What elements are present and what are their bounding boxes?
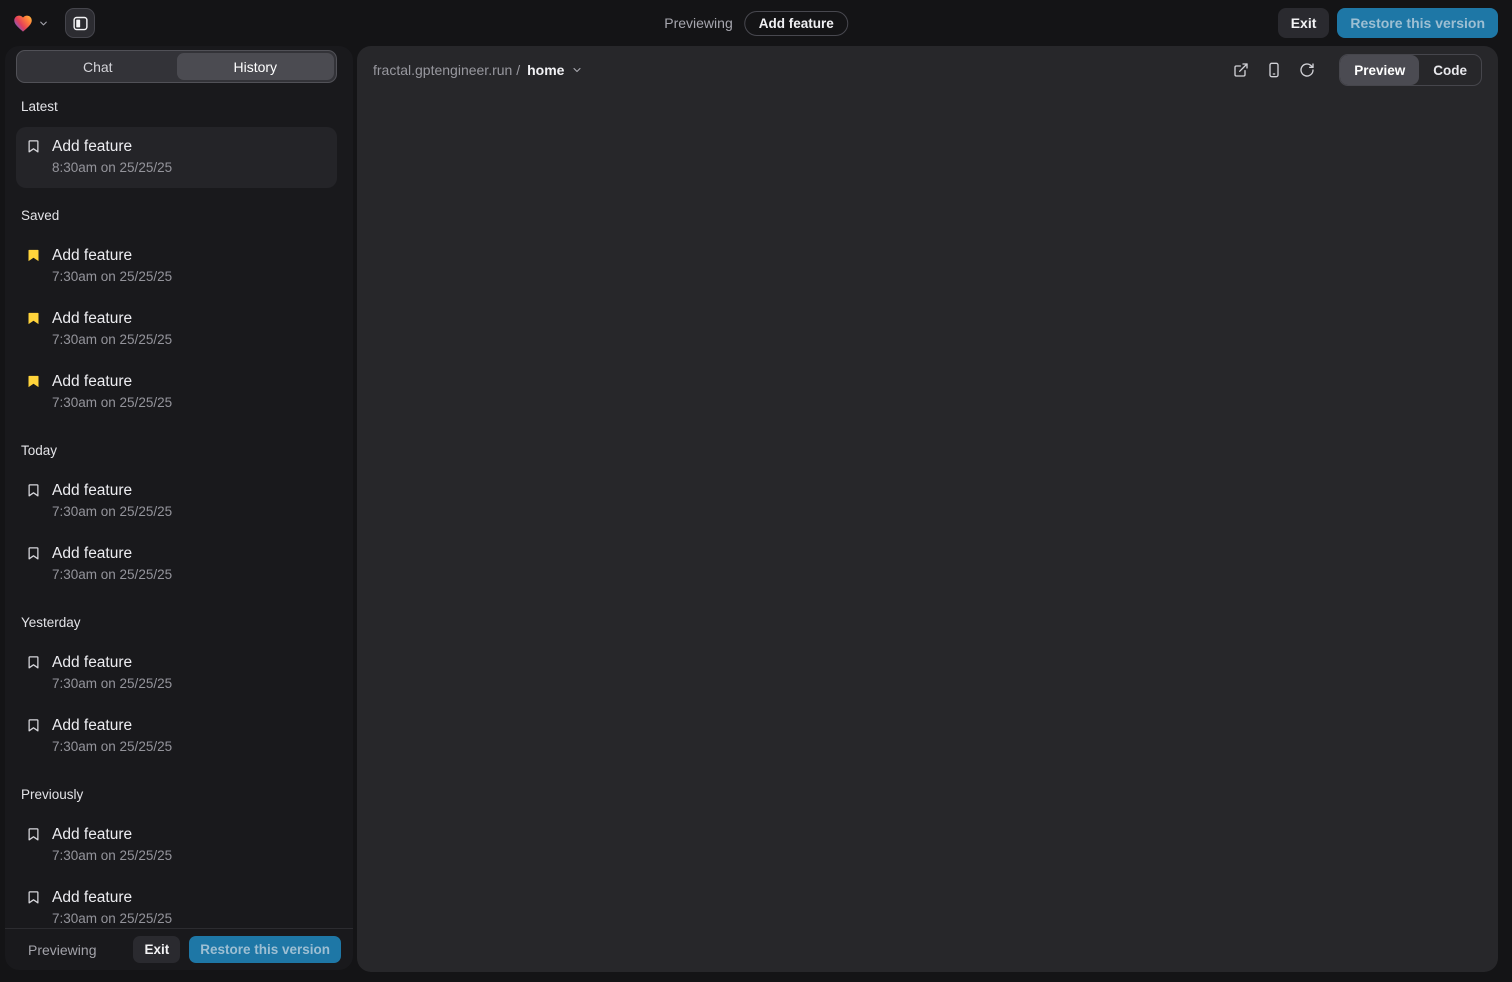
preview-url-selector[interactable]: fractal.gptengineer.run / home (373, 62, 583, 78)
exit-button[interactable]: Exit (1278, 8, 1330, 38)
sidebar-tab-chat[interactable]: Chat (19, 53, 177, 80)
history-item[interactable]: Add feature 7:30am on 25/25/25 (16, 534, 337, 595)
view-tab-code[interactable]: Code (1419, 55, 1481, 85)
footer-previewing-label: Previewing (28, 942, 96, 958)
top-bar: Previewing Add feature Exit Restore this… (0, 0, 1512, 46)
sidebar-tab-history[interactable]: History (177, 53, 335, 80)
preview-code-toggle: PreviewCode (1339, 54, 1482, 86)
topbar-right-group: Exit Restore this version (1278, 8, 1498, 38)
mobile-preview-icon[interactable] (1266, 62, 1282, 78)
history-item-title: Add feature (52, 371, 172, 393)
bookmark-outline-icon (26, 546, 41, 561)
history-item-timestamp: 8:30am on 25/25/25 (52, 158, 172, 178)
view-tab-preview[interactable]: Preview (1340, 55, 1419, 85)
history-section-items: Add feature 7:30am on 25/25/25 Add featu… (16, 236, 337, 423)
app-window: Previewing Add feature Exit Restore this… (0, 0, 1512, 982)
history-section: Latest Add feature 8:30am on 25/25/25 (16, 97, 337, 188)
history-item[interactable]: Add feature 7:30am on 25/25/25 (16, 236, 337, 297)
history-item-timestamp: 7:30am on 25/25/25 (52, 909, 172, 928)
workspace-menu-button[interactable] (12, 13, 49, 34)
preview-panel: fractal.gptengineer.run / home (357, 46, 1498, 972)
history-item-title: Add feature (52, 245, 172, 267)
preview-viewport[interactable] (357, 94, 1498, 972)
open-in-new-icon[interactable] (1233, 62, 1249, 78)
history-item[interactable]: Add feature 8:30am on 25/25/25 (16, 127, 337, 188)
topbar-center-group: Previewing Add feature (664, 0, 848, 46)
history-item[interactable]: Add feature 7:30am on 25/25/25 (16, 299, 337, 360)
history-item-title: Add feature (52, 543, 172, 565)
history-item[interactable]: Add feature 7:30am on 25/25/25 (16, 706, 337, 767)
version-name-pill[interactable]: Add feature (745, 11, 848, 36)
history-item[interactable]: Add feature 7:30am on 25/25/25 (16, 878, 337, 928)
history-section-title-previously: Previously (21, 785, 332, 805)
history-section: Yesterday Add feature 7:30am on 25/25/25… (16, 613, 337, 767)
restore-version-button[interactable]: Restore this version (1337, 8, 1498, 38)
history-item-title: Add feature (52, 652, 172, 674)
history-item[interactable]: Add feature 7:30am on 25/25/25 (16, 643, 337, 704)
history-section-title-today: Today (21, 441, 332, 461)
sidebar-footer: Previewing Exit Restore this version (5, 928, 353, 970)
history-item[interactable]: Add feature 7:30am on 25/25/25 (16, 362, 337, 423)
content-row: ChatHistory Latest Add feature 8:30am on… (0, 46, 1512, 982)
history-section-items: Add feature 7:30am on 25/25/25 Add featu… (16, 815, 337, 928)
bookmark-filled-icon (26, 248, 41, 263)
history-item-timestamp: 7:30am on 25/25/25 (52, 267, 172, 287)
history-item-timestamp: 7:30am on 25/25/25 (52, 565, 172, 585)
history-section: Saved Add feature 7:30am on 25/25/25 Add… (16, 206, 337, 423)
history-section-items: Add feature 7:30am on 25/25/25 Add featu… (16, 643, 337, 767)
bookmark-filled-icon (26, 311, 41, 326)
history-item-timestamp: 7:30am on 25/25/25 (52, 330, 172, 350)
history-sidebar: ChatHistory Latest Add feature 8:30am on… (5, 46, 353, 970)
preview-toolbar-actions: PreviewCode (1233, 54, 1482, 86)
history-item-title: Add feature (52, 308, 172, 330)
history-item-title: Add feature (52, 480, 172, 502)
sidebar-toggle-button[interactable] (65, 8, 95, 38)
history-list: Latest Add feature 8:30am on 25/25/25 Sa… (5, 83, 353, 928)
bookmark-outline-icon (26, 718, 41, 733)
history-item-timestamp: 7:30am on 25/25/25 (52, 674, 172, 694)
history-section-items: Add feature 7:30am on 25/25/25 Add featu… (16, 471, 337, 595)
refresh-icon[interactable] (1299, 62, 1315, 78)
bookmark-outline-icon (26, 890, 41, 905)
preview-toolbar: fractal.gptengineer.run / home (357, 46, 1498, 94)
bookmark-outline-icon (26, 827, 41, 842)
history-item[interactable]: Add feature 7:30am on 25/25/25 (16, 471, 337, 532)
history-section-items: Add feature 8:30am on 25/25/25 (16, 127, 337, 188)
history-section: Previously Add feature 7:30am on 25/25/2… (16, 785, 337, 928)
bookmark-outline-icon (26, 655, 41, 670)
history-item-title: Add feature (52, 824, 172, 846)
footer-exit-button[interactable]: Exit (133, 936, 180, 963)
history-section: Today Add feature 7:30am on 25/25/25 Add… (16, 441, 337, 595)
bookmark-filled-icon (26, 374, 41, 389)
bookmark-outline-icon (26, 139, 41, 154)
history-item-timestamp: 7:30am on 25/25/25 (52, 393, 172, 413)
topbar-left-group (12, 8, 95, 38)
history-item-title: Add feature (52, 136, 172, 158)
history-item-timestamp: 7:30am on 25/25/25 (52, 502, 172, 522)
previewing-label: Previewing (664, 15, 732, 31)
history-item-title: Add feature (52, 887, 172, 909)
sidebar-tab-switcher: ChatHistory (16, 50, 337, 83)
history-section-title-latest: Latest (21, 97, 332, 117)
bookmark-outline-icon (26, 483, 41, 498)
history-item-timestamp: 7:30am on 25/25/25 (52, 737, 172, 757)
lovable-heart-logo-icon (12, 13, 34, 34)
preview-url-page: home (527, 62, 564, 78)
history-section-title-saved: Saved (21, 206, 332, 226)
preview-url-prefix: fractal.gptengineer.run / (373, 62, 520, 78)
panel-left-icon (72, 15, 89, 32)
chevron-down-icon (571, 64, 583, 76)
history-item-timestamp: 7:30am on 25/25/25 (52, 846, 172, 866)
footer-restore-version-button[interactable]: Restore this version (189, 936, 341, 963)
history-item[interactable]: Add feature 7:30am on 25/25/25 (16, 815, 337, 876)
chevron-down-icon (38, 18, 49, 29)
history-item-title: Add feature (52, 715, 172, 737)
history-section-title-yesterday: Yesterday (21, 613, 332, 633)
